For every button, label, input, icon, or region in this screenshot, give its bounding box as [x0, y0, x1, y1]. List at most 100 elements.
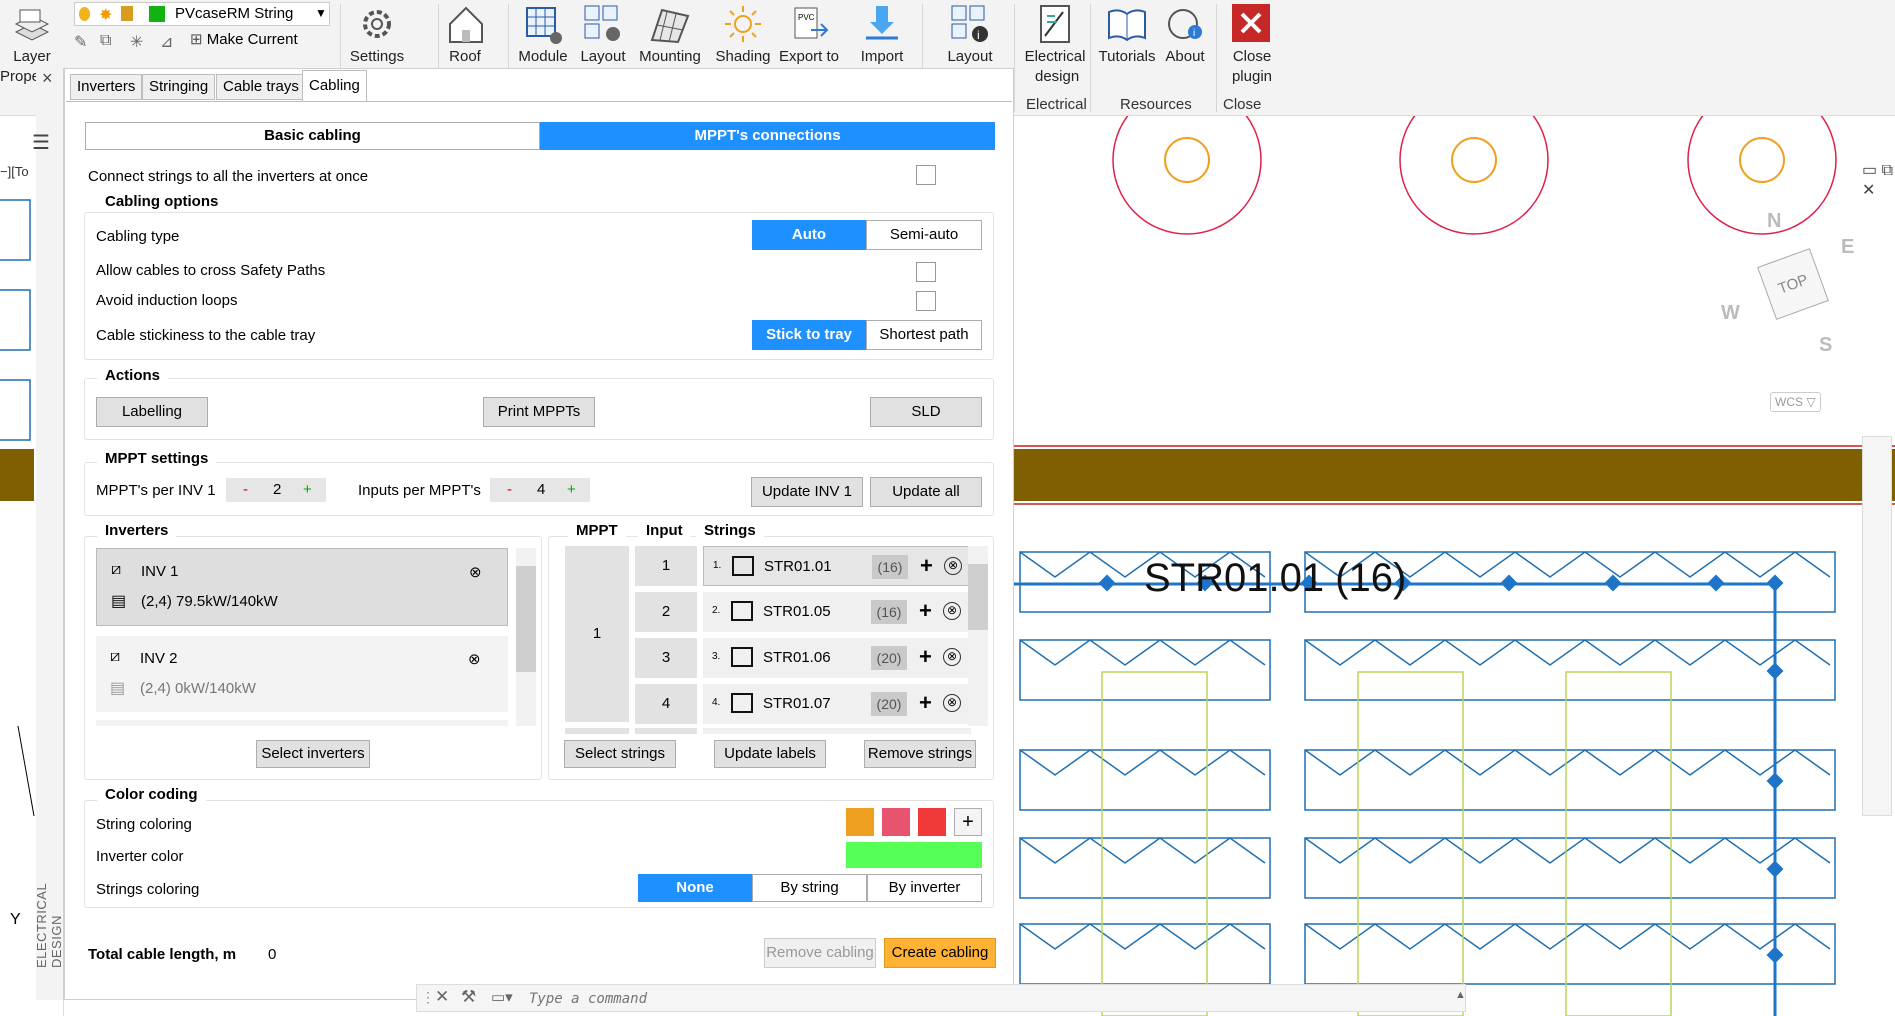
remove-cabling-button[interactable]: Remove cabling	[764, 938, 876, 968]
close-plugin-button[interactable]: Close	[1222, 2, 1282, 65]
input-cell[interactable]: 3	[635, 638, 697, 678]
strings-scrollbar[interactable]	[968, 546, 988, 726]
sld-button[interactable]: SLD	[870, 397, 982, 427]
basic-cabling-tab[interactable]: Basic cabling	[85, 122, 540, 150]
remove-string-icon[interactable]: ⊗	[944, 557, 962, 575]
drawing-canvas[interactable]: STR01.01 (16) TOP N E S W WCS ▽ ▭ ⧉ ✕	[1010, 116, 1895, 1016]
select-strings-button[interactable]: Select strings	[564, 740, 676, 768]
wrench-icon[interactable]: ⚒	[461, 987, 476, 1007]
mppts-value[interactable]: 2	[273, 481, 281, 498]
tab-inverters[interactable]: Inverters	[70, 74, 143, 100]
wcs-menu[interactable]: WCS ▽	[1770, 392, 1821, 412]
tutorials-button[interactable]: Tutorials	[1096, 2, 1158, 65]
mppt-connections-tab[interactable]: MPPT's connections	[540, 122, 995, 150]
mppts-per-inv-stepper[interactable]: - 2 +	[226, 478, 326, 502]
layout-info-button[interactable]: i Layout	[942, 2, 998, 65]
layer-tool-icon[interactable]: ⊿	[160, 32, 173, 52]
coloring-none-button[interactable]: None	[638, 874, 752, 902]
labelling-button[interactable]: Labelling	[96, 397, 208, 427]
settings-button[interactable]: Settings	[346, 2, 408, 65]
coloring-by-inverter-button[interactable]: By inverter	[867, 874, 982, 902]
layer-tool-icon[interactable]: ✎	[74, 32, 87, 52]
update-all-button[interactable]: Update all	[870, 477, 982, 507]
update-labels-button[interactable]: Update labels	[714, 740, 826, 768]
export-to-button[interactable]: PVC Export to	[776, 2, 842, 65]
plus-icon[interactable]: +	[567, 481, 576, 498]
input-cell[interactable]: 4	[635, 684, 697, 724]
add-string-icon[interactable]: +	[919, 598, 932, 624]
remove-inverter-icon[interactable]: ⊗	[469, 563, 482, 581]
minus-icon[interactable]: -	[243, 481, 248, 498]
input-cell[interactable]: 1	[635, 546, 697, 586]
allow-cross-checkbox[interactable]	[916, 262, 936, 282]
minus-icon[interactable]: -	[507, 481, 512, 498]
command-line[interactable]: ⋮ ✕ ⚒ ▭▾ ▲	[416, 984, 1466, 1012]
chevron-up-icon[interactable]: ▲	[1455, 989, 1466, 1001]
string-row[interactable]: 2. STR01.05 (16) + ⊗	[703, 592, 971, 632]
viewport-label[interactable]: −][To	[0, 164, 29, 179]
inverter-list[interactable]: ⧄ INV 1 ⊗ ▤ (2,4) 79.5kW/140kW ⧄ INV 2 ⊗…	[96, 548, 508, 726]
string-row[interactable]: 1. STR01.01 (16) + ⊗	[703, 546, 971, 586]
about-button[interactable]: i About	[1160, 2, 1210, 65]
command-history-icon[interactable]: ▭▾	[491, 988, 513, 1006]
create-cabling-button[interactable]: Create cabling	[884, 938, 996, 968]
remove-inverter-icon[interactable]: ⊗	[468, 650, 481, 668]
inputs-value[interactable]: 4	[537, 481, 545, 498]
inputs-per-mppt-stepper[interactable]: - 4 +	[490, 478, 590, 502]
string-row[interactable]: 3. STR01.06 (20) + ⊗	[703, 638, 971, 678]
add-color-button[interactable]: +	[954, 808, 982, 836]
string-row[interactable]: 4. STR01.07 (20) + ⊗	[703, 684, 971, 724]
string-color-swatch[interactable]	[882, 808, 910, 836]
inverter-color-swatch[interactable]	[846, 842, 982, 868]
select-inverters-button[interactable]: Select inverters	[256, 740, 370, 768]
layer-dropdown[interactable]: ✸ PVcaseRM String ▼	[74, 2, 330, 26]
shortest-path-button[interactable]: Shortest path	[866, 320, 982, 350]
command-input[interactable]	[529, 988, 1329, 1010]
menu-icon[interactable]: ☰	[32, 130, 50, 155]
electrical-design-button[interactable]: Electrical	[1022, 2, 1088, 65]
tab-stringing[interactable]: Stringing	[142, 74, 216, 100]
mppt-cell[interactable]: 1	[565, 546, 629, 722]
shading-button[interactable]: Shading	[714, 2, 772, 65]
plus-icon[interactable]: +	[303, 481, 312, 498]
input-cell[interactable]: 2	[635, 592, 697, 632]
layout-button[interactable]: Layout	[578, 2, 628, 65]
palette-handle[interactable]: × ☰ ELECTRICAL DESIGN	[32, 68, 64, 1000]
print-mppts-button[interactable]: Print MPPTs	[483, 397, 595, 427]
inverter-scrollbar[interactable]	[516, 548, 536, 726]
palette-close-icon[interactable]: ×	[42, 68, 53, 89]
tab-cable-trays[interactable]: Cable trays	[216, 74, 306, 100]
tab-cabling[interactable]: Cabling	[302, 70, 367, 102]
add-string-icon[interactable]: +	[920, 553, 933, 579]
update-inv-button[interactable]: Update INV 1	[751, 477, 863, 507]
avoid-loops-checkbox[interactable]	[916, 291, 936, 311]
import-button[interactable]: Import	[852, 2, 912, 65]
mounting-button[interactable]: Mounting	[634, 2, 706, 65]
connect-all-checkbox[interactable]	[916, 165, 936, 185]
coloring-by-string-button[interactable]: By string	[752, 874, 867, 902]
string-color-swatch[interactable]	[846, 808, 874, 836]
string-color-swatch[interactable]	[918, 808, 946, 836]
remove-string-icon[interactable]: ⊗	[943, 694, 961, 712]
remove-string-icon[interactable]: ⊗	[943, 648, 961, 666]
window-controls[interactable]: ▭ ⧉ ✕	[1862, 160, 1895, 200]
add-string-icon[interactable]: +	[919, 644, 932, 670]
semi-auto-button[interactable]: Semi-auto	[866, 220, 982, 250]
remove-strings-button[interactable]: Remove strings	[864, 740, 976, 768]
navigation-bar[interactable]	[1862, 436, 1892, 816]
viewcube[interactable]: TOP N E S W	[1715, 206, 1875, 356]
module-button[interactable]: Module	[514, 2, 572, 65]
layer-properties-button[interactable]: Layer	[4, 2, 60, 65]
make-current-button[interactable]: ⊞ Make Current	[190, 30, 298, 48]
viewcube-top[interactable]: TOP	[1757, 248, 1829, 320]
close-icon[interactable]: ✕	[435, 987, 449, 1007]
remove-string-icon[interactable]: ⊗	[943, 602, 961, 620]
stick-to-tray-button[interactable]: Stick to tray	[752, 320, 866, 350]
add-string-icon[interactable]: +	[919, 690, 932, 716]
roof-button[interactable]: Roof	[444, 2, 486, 65]
auto-button[interactable]: Auto	[752, 220, 866, 250]
inverter-item-inv2[interactable]: ⧄ INV 2 ⊗ ▤ (2,4) 0kW/140kW	[96, 636, 508, 712]
inverter-item-inv1[interactable]: ⧄ INV 1 ⊗ ▤ (2,4) 79.5kW/140kW	[96, 548, 508, 626]
layer-tool-icon[interactable]: ✳	[130, 32, 143, 52]
layer-tool-icon[interactable]: ⧉	[100, 32, 111, 50]
